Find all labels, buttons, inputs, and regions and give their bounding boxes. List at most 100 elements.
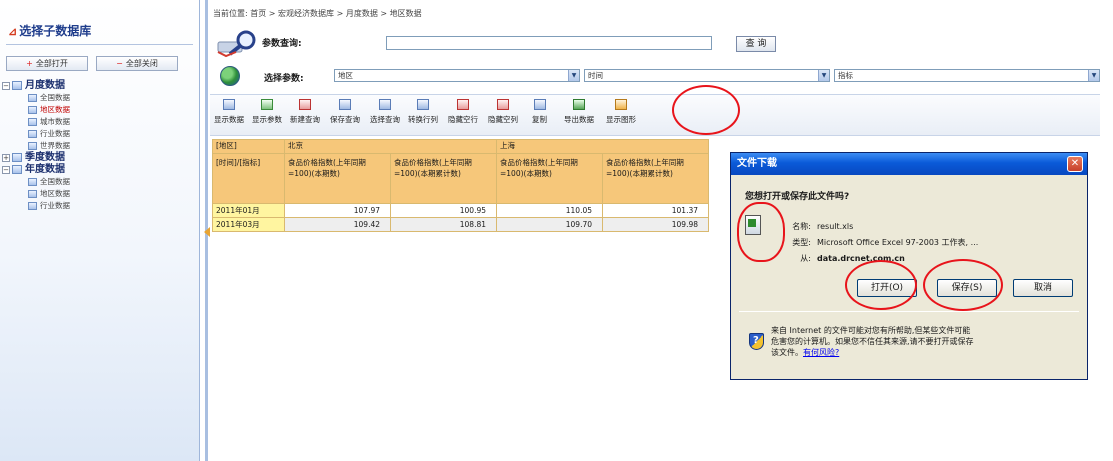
folder-icon (12, 81, 22, 90)
value-cell[interactable]: 107.97 (284, 203, 391, 218)
indicator-header: 食品价格指数(上年同期=100)(本期累计数) (390, 153, 497, 204)
hide-empty-rows-button[interactable]: 隐藏空行 (448, 99, 478, 125)
folder-icon (12, 153, 22, 162)
tree-leaf[interactable]: 地区数据 (2, 104, 70, 116)
param-query-input[interactable] (386, 36, 712, 50)
table-row: 2011年01月 107.97 100.95 110.05 101.37 (212, 203, 709, 218)
table-icon (28, 178, 37, 186)
indicator-header: 食品价格指数(上年同期=100)(本期数) (284, 153, 391, 204)
magnifier-icon (217, 30, 256, 58)
shield-icon: ? (749, 333, 764, 350)
period-cell: 2011年01月 (212, 203, 285, 218)
table-icon (28, 106, 37, 114)
tree-leaf[interactable]: 地区数据 (2, 188, 70, 200)
value-cell[interactable]: 108.81 (390, 217, 497, 232)
tree-leaf[interactable]: 城市数据 (2, 116, 70, 128)
risk-link[interactable]: 有何风险? (803, 348, 839, 357)
dialog-title: 文件下载 (737, 158, 777, 169)
select-query-button[interactable]: 选择查询 (370, 99, 400, 125)
indicator-header: 食品价格指数(上年同期=100)(本期累计数) (602, 153, 709, 204)
table-icon (28, 202, 37, 210)
chart-icon (615, 99, 627, 110)
save-button[interactable]: 保存(S) (937, 279, 997, 297)
show-data-button[interactable]: 显示数据 (214, 99, 244, 125)
dialog-titlebar: 文件下载 (731, 153, 1087, 175)
value-cell[interactable]: 110.05 (496, 203, 603, 218)
select-row: 选择参数: 地区 ▼ 时间 ▼ 指标 ▼ (210, 66, 1100, 88)
table-icon (28, 142, 37, 150)
copy-icon (533, 99, 546, 110)
database-icon: ⊿ (8, 25, 18, 38)
breadcrumb: 当前位置: 首页 > 宏观经济数据库 > 月度数据 > 地区数据 (213, 9, 422, 18)
tree-toggle-icon[interactable]: + (2, 153, 10, 162)
file-download-dialog: 文件下载 ✕ 您想打开或保存此文件吗? 名称: result.xls 类型: Mic… (730, 152, 1088, 380)
indicator-header: 食品价格指数(上年同期=100)(本期数) (496, 153, 603, 204)
query-button[interactable]: 查 询 (736, 36, 776, 52)
tree-node[interactable]: + 季度数据 (2, 152, 70, 164)
new-query-button[interactable]: 新建查询 (290, 99, 320, 125)
tree-leaf[interactable]: 行业数据 (2, 200, 70, 212)
open-button[interactable]: 打开(O) (857, 279, 917, 297)
table-icon (28, 190, 37, 198)
params-icon (261, 99, 273, 110)
corner-time-indicator-header: [时间]/[指标] (212, 153, 285, 204)
value-cell[interactable]: 109.70 (496, 217, 603, 232)
cancel-button[interactable]: 取消 (1013, 279, 1073, 297)
tree-leaf[interactable]: 全国数据 (2, 176, 70, 188)
new-query-icon (299, 99, 311, 110)
copy-button[interactable]: 复制 (532, 99, 547, 125)
tree-toggle-icon[interactable]: − (2, 81, 10, 90)
table-icon (223, 99, 235, 110)
region-select[interactable]: 地区 ▼ (334, 69, 580, 82)
collapse-all-button[interactable]: − 全部关闭 (96, 56, 178, 71)
save-query-button[interactable]: 保存查询 (330, 99, 360, 125)
tree-toggle-icon[interactable]: − (2, 165, 10, 174)
file-source: data.drcnet.com.cn (817, 254, 905, 263)
corner-region-header: [地区] (212, 139, 285, 154)
minus-icon: − (116, 59, 123, 68)
tree-leaf[interactable]: 全国数据 (2, 92, 70, 104)
close-icon[interactable]: ✕ (1067, 156, 1083, 172)
index-select[interactable]: 指标 ▼ (834, 69, 1100, 82)
tree-leaf[interactable]: 世界数据 (2, 140, 70, 152)
show-chart-button[interactable]: 显示图形 (606, 99, 636, 125)
file-type-row: 类型: Microsoft Office Excel 97-2003 工作表, .… (792, 238, 979, 247)
export-data-button[interactable]: 导出数据 (564, 99, 594, 125)
chevron-down-icon[interactable]: ▼ (1088, 70, 1099, 81)
region-header: 上海 (496, 139, 709, 154)
dialog-divider (739, 311, 1079, 312)
hide-cols-icon (497, 99, 509, 110)
security-warning: 来自 Internet 的文件可能对您有所帮助,但某些文件可能 危害您的计算机。… (771, 326, 974, 357)
data-table: [地区] 北京 上海 [时间]/[指标] 食品价格指数(上年同期=100)(本期数) 食品… (212, 139, 709, 232)
table-icon (28, 94, 37, 102)
value-cell[interactable]: 101.37 (602, 203, 709, 218)
hide-empty-cols-button[interactable]: 隐藏空列 (488, 99, 518, 125)
excel-file-icon (745, 215, 761, 235)
select-query-icon (379, 99, 391, 110)
query-row: 参数查询: 查 询 (210, 26, 1100, 62)
show-params-button[interactable]: 显示参数 (252, 99, 282, 125)
time-select[interactable]: 时间 ▼ (584, 69, 830, 82)
chevron-down-icon[interactable]: ▼ (568, 70, 579, 81)
sidebar-divider (6, 44, 193, 45)
file-name-row: 名称: result.xls (792, 222, 854, 231)
param-query-label: 参数查询: (262, 39, 302, 49)
tree-leaf[interactable]: 行业数据 (2, 128, 70, 140)
plus-icon: + (26, 59, 33, 68)
tree-node[interactable]: − 月度数据 (2, 80, 70, 92)
collapse-arrow-icon[interactable] (204, 227, 210, 237)
expand-all-button[interactable]: + 全部打开 (6, 56, 88, 71)
value-cell[interactable]: 109.98 (602, 217, 709, 232)
value-cell[interactable]: 109.42 (284, 217, 391, 232)
region-header: 北京 (284, 139, 497, 154)
database-tree: − 月度数据 全国数据 地区数据 城市数据 行业数据 世界数据 + 季度数据 − 年度数据 全国数据地… (2, 80, 70, 212)
transpose-button[interactable]: 转换行列 (408, 99, 438, 125)
value-cell[interactable]: 100.95 (390, 203, 497, 218)
dialog-question: 您想打开或保存此文件吗? (745, 192, 850, 202)
chevron-down-icon[interactable]: ▼ (818, 70, 829, 81)
globe-icon (220, 66, 240, 86)
file-name: result.xls (817, 222, 854, 231)
transpose-icon (417, 99, 429, 110)
table-icon (28, 130, 37, 138)
tree-node[interactable]: − 年度数据 (2, 164, 70, 176)
